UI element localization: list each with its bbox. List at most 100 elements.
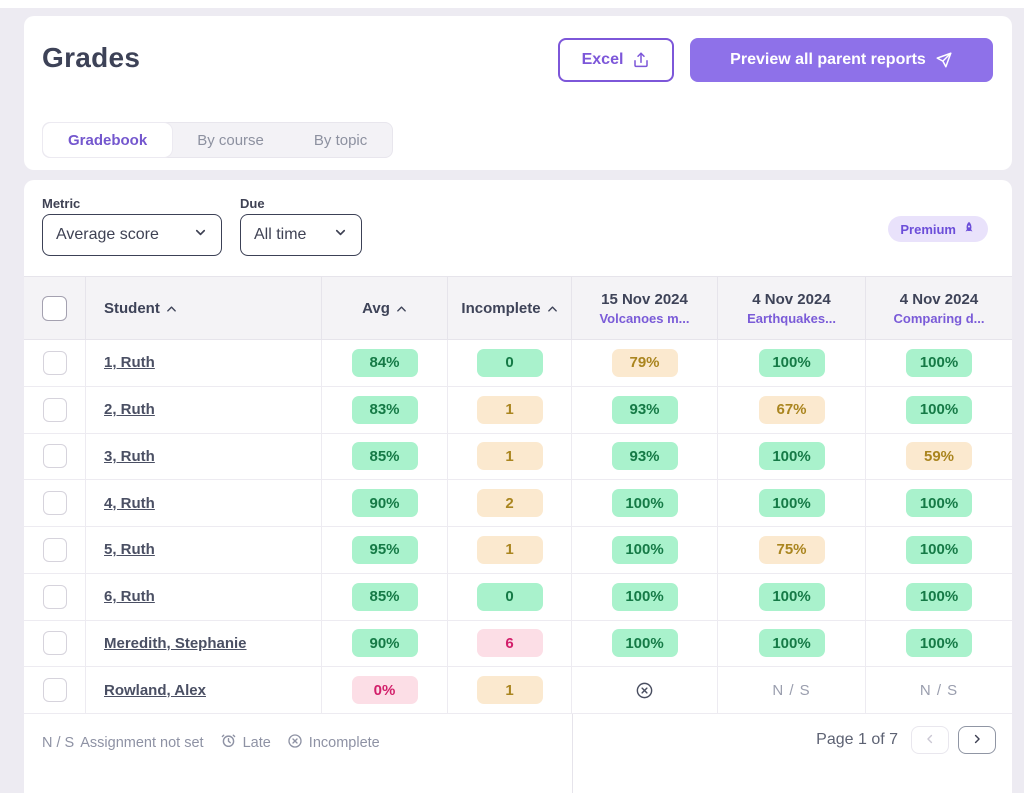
score-pill: 0% — [352, 676, 418, 704]
metric-select[interactable]: Average score — [42, 214, 222, 256]
due-filter-label: Due — [240, 196, 265, 211]
pagination: Page 1 of 7 — [816, 726, 996, 754]
metric-select-value: Average score — [56, 226, 159, 244]
grades-table: Student Avg Incomplete 15 Nov 2024 Volcanoes… — [24, 276, 1012, 714]
incomplete-icon — [287, 733, 303, 753]
row-checkbox-cell — [24, 387, 86, 433]
sort-header-incomplete[interactable]: Incomplete — [461, 300, 557, 317]
score-cell: 100% — [866, 621, 1012, 667]
ns-label: Assignment not set — [80, 735, 203, 751]
sort-header-avg[interactable]: Avg — [362, 300, 407, 317]
late-label: Late — [243, 735, 271, 751]
score-pill: 84% — [352, 349, 418, 377]
score-pill: 100% — [759, 442, 825, 470]
row-checkbox[interactable] — [43, 351, 67, 375]
not-set-value: N / S — [772, 682, 810, 699]
table-row: Meredith, Stephanie90%6100%100%100% — [24, 621, 1012, 668]
column-header-student: Student — [86, 277, 322, 339]
table-row: Rowland, Alex0%1N / SN / S — [24, 667, 1012, 714]
score-pill: 90% — [352, 629, 418, 657]
premium-badge-label: Premium — [900, 222, 956, 237]
table-body: 1, Ruth84%079%100%100%2, Ruth83%193%67%1… — [24, 340, 1012, 714]
score-cell: 100% — [718, 621, 866, 667]
prev-page-button[interactable] — [911, 726, 949, 754]
row-checkbox[interactable] — [43, 585, 67, 609]
assignment-date: 15 Nov 2024 — [601, 291, 688, 308]
score-pill: 2 — [477, 489, 543, 517]
score-pill: 0 — [477, 583, 543, 611]
page-indicator: Page 1 of 7 — [816, 731, 898, 749]
row-checkbox[interactable] — [43, 538, 67, 562]
score-cell: 100% — [866, 480, 1012, 526]
score-pill: 100% — [906, 349, 972, 377]
preview-parent-reports-button[interactable]: Preview all parent reports — [690, 38, 993, 82]
score-pill: 100% — [906, 583, 972, 611]
chevron-right-icon — [970, 732, 984, 749]
select-all-checkbox[interactable] — [42, 296, 67, 321]
row-checkbox[interactable] — [43, 398, 67, 422]
score-pill: 100% — [906, 489, 972, 517]
score-cell: 85% — [322, 434, 448, 480]
chevron-up-icon — [547, 300, 558, 317]
assignment-link[interactable]: Comparing d... — [894, 311, 985, 326]
row-checkbox[interactable] — [43, 444, 67, 468]
tab-by-topic[interactable]: By topic — [289, 123, 392, 157]
student-cell: Meredith, Stephanie — [86, 621, 322, 667]
score-pill: 100% — [759, 583, 825, 611]
header-card: Grades Excel Preview all parent reports … — [24, 16, 1012, 170]
legend: N / S Assignment not set Late Incomplete — [42, 732, 380, 753]
score-cell: 0 — [448, 340, 572, 386]
rocket-icon — [962, 221, 976, 238]
assignment-date: 4 Nov 2024 — [752, 291, 830, 308]
student-link[interactable]: 6, Ruth — [104, 588, 155, 605]
score-pill: 1 — [477, 442, 543, 470]
chevron-up-icon — [396, 300, 407, 317]
assignment-column-header: 4 Nov 2024 Earthquakes... — [747, 291, 836, 326]
assignment-link[interactable]: Volcanoes m... — [599, 311, 689, 326]
student-cell: 2, Ruth — [86, 387, 322, 433]
score-cell: 0% — [322, 667, 448, 713]
incomplete-label: Incomplete — [309, 735, 380, 751]
assignment-column-header: 4 Nov 2024 Comparing d... — [894, 291, 985, 326]
due-select[interactable]: All time — [240, 214, 362, 256]
send-icon — [935, 51, 953, 69]
score-cell: 100% — [866, 527, 1012, 573]
clock-icon — [220, 732, 237, 753]
student-link[interactable]: 1, Ruth — [104, 354, 155, 371]
student-link[interactable]: 5, Ruth — [104, 541, 155, 558]
student-link[interactable]: 2, Ruth — [104, 401, 155, 418]
score-cell: 1 — [448, 527, 572, 573]
table-row: 6, Ruth85%0100%100%100% — [24, 574, 1012, 621]
score-pill: 93% — [612, 442, 678, 470]
score-cell: 100% — [866, 387, 1012, 433]
row-checkbox[interactable] — [43, 678, 67, 702]
student-link[interactable]: Meredith, Stephanie — [104, 635, 247, 652]
gradebook-card: Metric Average score Due All time Premiu… — [24, 180, 1012, 793]
tab-by-course[interactable]: By course — [172, 123, 289, 157]
sort-header-student[interactable]: Student — [104, 300, 177, 317]
score-pill: 100% — [906, 396, 972, 424]
score-pill: 1 — [477, 676, 543, 704]
incomplete-icon — [635, 681, 654, 700]
student-link[interactable]: 4, Ruth — [104, 495, 155, 512]
row-checkbox[interactable] — [43, 631, 67, 655]
score-pill: 100% — [759, 489, 825, 517]
score-cell: 1 — [448, 387, 572, 433]
premium-badge[interactable]: Premium — [888, 216, 988, 242]
score-cell: 2 — [448, 480, 572, 526]
student-link[interactable]: Rowland, Alex — [104, 682, 206, 699]
tab-gradebook[interactable]: Gradebook — [43, 123, 172, 157]
score-pill: 100% — [612, 536, 678, 564]
page-title: Grades — [42, 42, 140, 74]
next-page-button[interactable] — [958, 726, 996, 754]
excel-export-button[interactable]: Excel — [558, 38, 674, 82]
student-link[interactable]: 3, Ruth — [104, 448, 155, 465]
row-checkbox[interactable] — [43, 491, 67, 515]
score-pill: 1 — [477, 536, 543, 564]
assignment-date: 4 Nov 2024 — [900, 291, 978, 308]
upload-icon — [632, 51, 650, 69]
chevron-down-icon — [193, 225, 208, 245]
score-cell: 93% — [572, 434, 718, 480]
assignment-link[interactable]: Earthquakes... — [747, 311, 836, 326]
score-cell: 0 — [448, 574, 572, 620]
